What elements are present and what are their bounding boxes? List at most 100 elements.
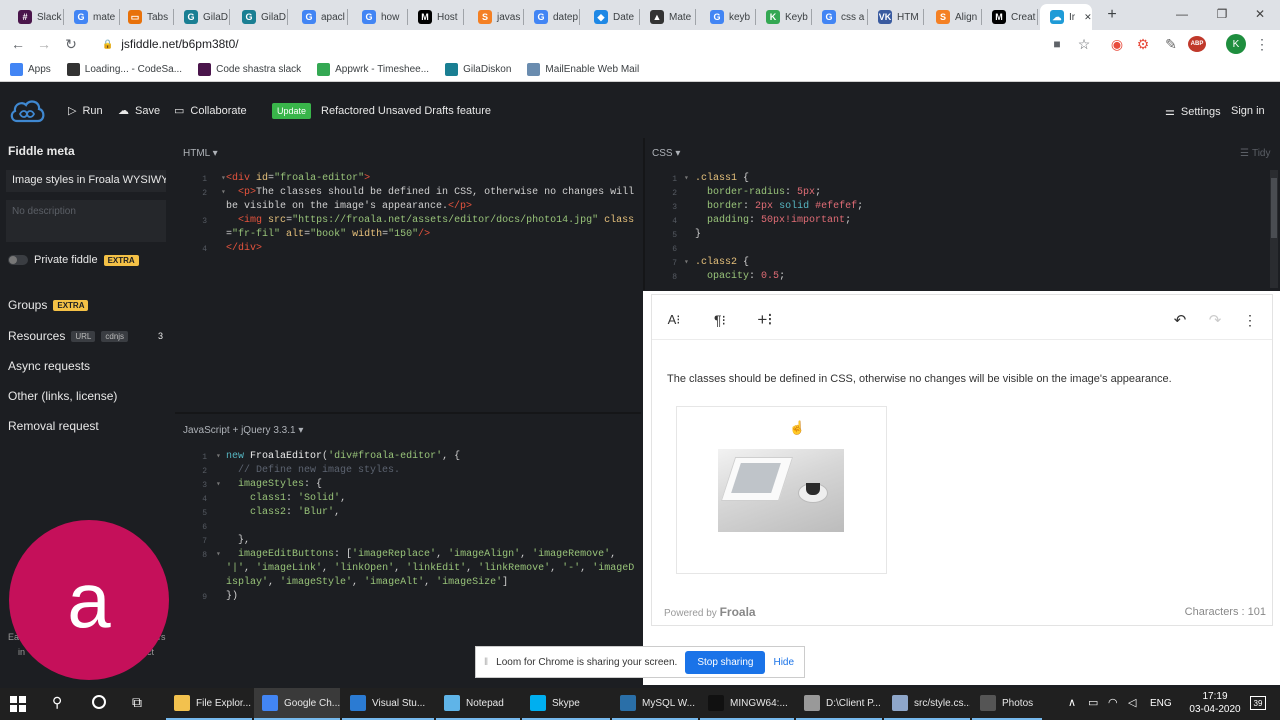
bookmark-item[interactable]: Appwrk - Timeshee... xyxy=(317,63,429,76)
result-panel[interactable]: A⁝ ¶⁝ +⁝ ↶ ↷ ⋮ The classes should be def… xyxy=(643,291,1280,685)
paragraph-format-icon[interactable]: ¶⁝ xyxy=(709,309,731,331)
taskbar-app[interactable]: MINGW64:... xyxy=(700,688,794,720)
html-panel[interactable]: HTML ▾ 1234 ▾ ▾ <div id="froala-editor"> … xyxy=(175,138,641,410)
async-requests-item[interactable]: Async requests xyxy=(8,359,90,373)
browser-tab[interactable]: VK HTM xyxy=(868,4,924,30)
taskbar-app[interactable]: MySQL W... xyxy=(612,688,698,720)
browser-tab[interactable]: ☁ Ir ✕ xyxy=(1040,4,1092,30)
browser-tab[interactable]: Sjavas xyxy=(468,4,524,30)
powered-by[interactable]: Powered by Froala xyxy=(664,605,756,619)
editor-image[interactable] xyxy=(718,449,844,532)
menu-icon[interactable]: ⋮ xyxy=(1253,35,1271,53)
minimize-button[interactable]: — xyxy=(1162,0,1202,28)
resources-item[interactable]: Resources URL cdnjs 3 xyxy=(8,329,163,343)
js-panel[interactable]: JavaScript + jQuery 3.3.1 ▾ 123456789 ▾ ▾… xyxy=(175,412,641,685)
removal-request-item[interactable]: Removal request xyxy=(8,419,99,433)
browser-tab[interactable]: ◆ Date xyxy=(584,4,640,30)
browser-tab[interactable]: ▲ Mate xyxy=(640,4,696,30)
undo-icon[interactable]: ↶ xyxy=(1169,309,1191,331)
fiddle-title-input[interactable]: Image styles in Froala WYSIWYG xyxy=(6,170,166,192)
drag-handle-icon[interactable]: ‖ xyxy=(484,657,488,668)
camera-icon[interactable]: ■ xyxy=(1048,35,1066,53)
js-panel-label[interactable]: JavaScript + jQuery 3.3.1 ▾ xyxy=(183,425,303,436)
address-bar[interactable]: 🔒 jsfiddle.net/b6pm38t0/ xyxy=(96,32,1106,56)
css-panel[interactable]: CSS ▾ ☰ Tidy 12345678 ▾ ▾ .class1 { border… xyxy=(643,138,1280,290)
froala-editor[interactable]: A⁝ ¶⁝ +⁝ ↶ ↷ ⋮ The classes should be def… xyxy=(651,294,1273,626)
profile-avatar[interactable]: K xyxy=(1226,34,1246,54)
extension-icon[interactable]: ⚙ xyxy=(1134,35,1152,53)
groups-item[interactable]: Groups EXTRA xyxy=(8,298,89,312)
private-fiddle-toggle-row[interactable]: Private fiddle EXTRA xyxy=(8,254,139,266)
browser-tab[interactable]: G GilaD xyxy=(174,4,230,30)
extension-icon[interactable]: ◉ xyxy=(1108,35,1126,53)
browser-tab[interactable]: Ghow xyxy=(352,4,408,30)
description-textarea[interactable]: No description xyxy=(6,200,166,242)
reload-icon[interactable]: ↻ xyxy=(62,35,80,53)
taskbar-app[interactable]: Notepad xyxy=(436,688,520,720)
url-text[interactable]: jsfiddle.net/b6pm38t0/ xyxy=(121,37,238,51)
taskbar-app[interactable]: Photos xyxy=(972,688,1042,720)
browser-tab[interactable]: # Slack xyxy=(8,4,64,30)
forward-icon[interactable]: → xyxy=(35,35,53,53)
browser-tab[interactable]: Gkeyb xyxy=(700,4,756,30)
css-scrollbar[interactable] xyxy=(1270,170,1278,288)
redo-icon[interactable]: ↷ xyxy=(1204,309,1226,331)
more-options-icon[interactable]: ⋮ xyxy=(1239,309,1261,331)
browser-tab[interactable]: Gcss a xyxy=(812,4,868,30)
private-toggle[interactable] xyxy=(8,255,28,265)
taskbar-app[interactable]: Google Ch... xyxy=(254,688,340,720)
battery-icon[interactable]: ▭ xyxy=(1088,696,1098,709)
browser-tab[interactable]: G GilaD xyxy=(232,4,288,30)
task-view-icon[interactable]: ⧉ xyxy=(132,694,142,711)
js-code[interactable]: new FroalaEditor('div#froala-editor', { … xyxy=(226,450,634,604)
taskbar-app[interactable]: src/style.cs... xyxy=(884,688,970,720)
bookmark-item[interactable]: Apps xyxy=(10,63,51,76)
adblock-icon[interactable]: ABP xyxy=(1188,36,1206,52)
css-panel-label[interactable]: CSS ▾ xyxy=(652,148,680,159)
save-button[interactable]: ☁ Save xyxy=(118,104,160,118)
language-indicator[interactable]: ENG xyxy=(1150,698,1172,709)
new-tab-button[interactable]: + xyxy=(1101,4,1123,26)
result-scrollbar[interactable] xyxy=(1271,291,1279,621)
back-icon[interactable]: ← xyxy=(9,35,27,53)
notification-center-icon[interactable]: 39 xyxy=(1250,696,1266,710)
editor-paragraph[interactable]: The classes should be defined in CSS, ot… xyxy=(667,373,1172,385)
browser-tab[interactable]: Gdatep xyxy=(524,4,580,30)
maximize-button[interactable]: ❐ xyxy=(1202,0,1242,28)
html-panel-label[interactable]: HTML ▾ xyxy=(183,148,218,159)
text-format-icon[interactable]: A⁝ xyxy=(663,309,685,331)
close-tab-icon[interactable]: ✕ xyxy=(1084,12,1092,23)
clock[interactable]: 17:19 03-04-2020 xyxy=(1185,690,1245,716)
wifi-icon[interactable]: ◠ xyxy=(1108,696,1118,709)
tidy-button[interactable]: ☰ Tidy xyxy=(1240,148,1271,159)
sign-in-link[interactable]: Sign in xyxy=(1231,105,1265,117)
bookmark-item[interactable]: MailEnable Web Mail xyxy=(527,63,639,76)
other-links-item[interactable]: Other (links, license) xyxy=(8,389,117,403)
stop-sharing-button[interactable]: Stop sharing xyxy=(685,650,766,674)
taskbar-app[interactable]: D:\Client P... xyxy=(796,688,882,720)
browser-tab[interactable]: ▭ Tabs xyxy=(118,4,174,30)
bookmark-star-icon[interactable]: ☆ xyxy=(1075,35,1093,53)
browser-tab[interactable]: K Keyb xyxy=(756,4,812,30)
browser-tab[interactable]: M Creat xyxy=(982,4,1038,30)
taskbar-app[interactable]: File Explor... xyxy=(166,688,252,720)
search-icon[interactable]: ⚲ xyxy=(52,694,62,711)
hide-button[interactable]: Hide xyxy=(773,657,794,668)
bookmark-item[interactable]: GilaDiskon xyxy=(445,63,511,76)
browser-tab[interactable]: Gapacl xyxy=(292,4,348,30)
html-code[interactable]: <div id="froala-editor"> <p>The classes … xyxy=(226,172,634,256)
bookmark-item[interactable]: Loading... - CodeSa... xyxy=(66,63,182,76)
settings-button[interactable]: ⚌ Settings xyxy=(1165,105,1221,119)
close-window-button[interactable]: ✕ xyxy=(1240,0,1280,28)
browser-tab[interactable]: Gmate xyxy=(64,4,120,30)
bookmark-item[interactable]: Code shastra slack xyxy=(198,63,301,76)
volume-icon[interactable]: ◁ xyxy=(1128,696,1136,709)
taskbar-app[interactable]: Skype xyxy=(522,688,610,720)
taskbar-app[interactable]: Visual Stu... xyxy=(342,688,434,720)
collaborate-button[interactable]: ▭ Collaborate xyxy=(174,104,247,118)
windows-start-icon[interactable] xyxy=(10,696,26,712)
browser-tab[interactable]: S Align xyxy=(926,4,982,30)
css-code[interactable]: .class1 { border-radius: 5px; border: 2p… xyxy=(695,172,863,284)
browser-tab[interactable]: M Host xyxy=(408,4,464,30)
cortana-icon[interactable] xyxy=(92,695,106,709)
